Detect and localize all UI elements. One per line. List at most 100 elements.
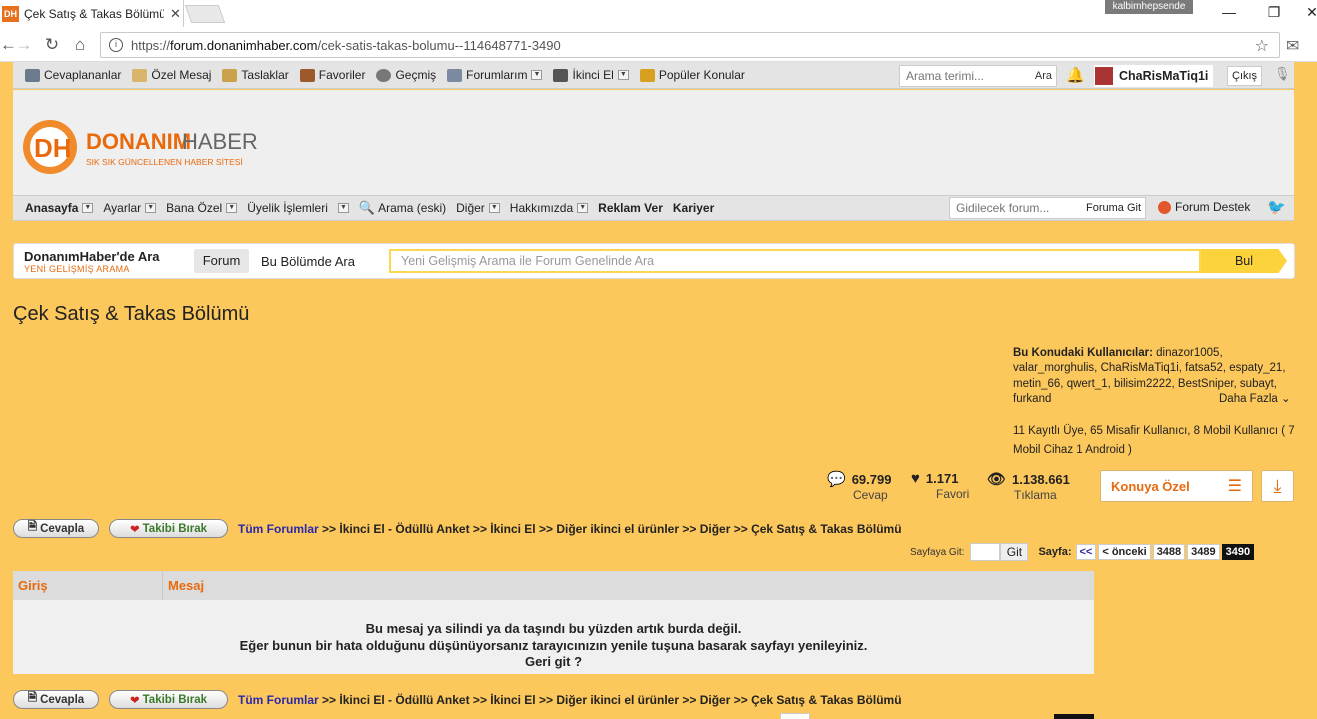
show-more-link[interactable]: Daha Fazla ⌄ <box>1219 392 1291 407</box>
tab-title: Çek Satış & Takas Bölümü <box>24 6 164 21</box>
first-page-link[interactable]: << <box>1075 544 1097 560</box>
goto-forum-button[interactable]: Foruma Git <box>1086 202 1141 214</box>
nav-settings[interactable]: Ayarlar ▼ <box>103 201 157 215</box>
back-icon[interactable]: ← <box>0 36 17 54</box>
chevron-down-icon[interactable]: ▼ <box>145 203 157 213</box>
favorites-icon <box>299 68 315 82</box>
nav-membership[interactable]: Üyelik İşlemleri ▼ <box>247 201 349 215</box>
goto-page-button[interactable]: Git <box>1000 543 1029 561</box>
top-search-input[interactable] <box>906 69 1026 83</box>
unfollow-button-bottom[interactable]: ❤ Takibi Bırak <box>109 690 228 709</box>
go-back-link[interactable]: Geri git ? <box>13 654 1094 671</box>
microphone-icon[interactable]: 🎙 <box>1274 66 1291 82</box>
toplink-my-forums[interactable]: Forumlarım ▼ <box>447 68 543 82</box>
toplink-private-message[interactable]: Özel Mesaj <box>132 68 211 82</box>
page-link[interactable]: 3488 <box>1152 544 1186 560</box>
maximize-icon[interactable]: ❐ <box>1259 2 1289 22</box>
forums-icon <box>447 68 463 82</box>
chevron-down-icon[interactable]: ▼ <box>617 70 629 80</box>
toplink-popular-topics[interactable]: Popüler Konular <box>639 68 745 82</box>
top-search-box: Ara <box>899 65 1057 87</box>
notification-bell-icon[interactable]: 🔔 <box>1066 66 1085 84</box>
breadcrumb-path[interactable]: >> İkinci El - Ödüllü Anket >> İkinci El… <box>322 693 902 707</box>
stat-favorites: ♥ 1.171 Favori <box>911 470 970 501</box>
page-link[interactable]: 3489 <box>1187 544 1220 560</box>
url-domain: forum.donanimhaber.com <box>170 37 318 53</box>
topic-options-menu[interactable]: Konuya Özel ☰ <box>1100 470 1253 502</box>
stat-replies: 💬 69.799 Cevap <box>827 471 892 502</box>
minimize-icon[interactable]: — <box>1214 2 1244 22</box>
search-tab-section[interactable]: Bu Bölümde Ara <box>261 254 355 269</box>
goto-forum-input[interactable] <box>956 201 1076 215</box>
forum-support-link[interactable]: Forum Destek <box>1158 200 1250 214</box>
url-path: /cek-satis-takas-bolumu--114648771-3490 <box>317 37 561 53</box>
breadcrumb-bottom: Tüm Forumlar >> İkinci El - Ödüllü Anket… <box>238 693 902 707</box>
column-entry: Giriş <box>13 571 163 600</box>
toplink-replied[interactable]: Cevaplananlar <box>25 68 121 82</box>
breadcrumb-all-forums[interactable]: Tüm Forumlar <box>238 522 319 536</box>
search-title: DonanımHaber'de Ara <box>24 249 160 264</box>
history-icon <box>376 68 392 82</box>
forward-icon[interactable]: → <box>14 36 34 54</box>
column-message: Mesaj <box>168 578 205 593</box>
profile-badge[interactable]: kalbimhepsende <box>1105 0 1193 14</box>
mail-icon[interactable]: ✉ <box>1286 36 1299 56</box>
chevron-down-icon[interactable]: ▼ <box>531 70 543 80</box>
download-icon[interactable]: ⤓ <box>1261 470 1294 502</box>
search-input[interactable]: Yeni Gelişmiş Arama ile Forum Genelinde … <box>389 249 1201 273</box>
chevron-down-icon[interactable]: ▼ <box>82 203 94 213</box>
logo-tagline: SIK SIK GÜNCELLENEN HABER SİTESİ <box>86 157 243 167</box>
chevron-down-icon[interactable]: ▼ <box>226 203 238 213</box>
avatar <box>1095 67 1113 85</box>
envelope-icon <box>132 68 148 82</box>
close-tab-icon[interactable]: ✕ <box>170 6 181 22</box>
search-subtitle: YENİ GELİŞMİŞ ARAMA <box>24 264 130 274</box>
toplink-second-hand[interactable]: İkinci El ▼ <box>553 68 629 82</box>
popular-icon <box>639 68 655 82</box>
user-profile-link[interactable]: ChaRisMaTiq1i <box>1094 65 1214 87</box>
breadcrumb-path[interactable]: >> İkinci El - Ödüllü Anket >> İkinci El… <box>322 522 902 536</box>
chevron-down-icon[interactable]: ▼ <box>337 203 349 213</box>
goto-page-input-bottom[interactable] <box>780 713 810 719</box>
toplink-history[interactable]: Geçmiş <box>376 68 436 82</box>
nav-advertise[interactable]: Reklam Ver <box>598 201 663 215</box>
reply-button[interactable]: 🗎 Cevapla <box>13 519 99 538</box>
search-icon: 🔍 <box>358 200 376 215</box>
unfollow-button[interactable]: ❤ Takibi Bırak <box>109 519 228 538</box>
url-bar[interactable]: i https://forum.donanimhaber.com/cek-sat… <box>100 32 1280 58</box>
info-icon[interactable]: i <box>109 38 123 52</box>
top-search-button[interactable]: Ara <box>1035 70 1052 82</box>
svg-text:DH: DH <box>34 133 72 163</box>
search-button[interactable]: Bul <box>1201 249 1287 273</box>
reply-button-bottom[interactable]: 🗎 Cevapla <box>13 690 99 709</box>
nav-my-stuff[interactable]: Bana Özel ▼ <box>166 201 238 215</box>
nav-other[interactable]: Diğer ▼ <box>456 201 500 215</box>
browser-tab[interactable]: DH Çek Satış & Takas Bölümü ✕ <box>0 0 184 27</box>
prev-page-link[interactable]: < önceki <box>1098 544 1151 560</box>
chevron-down-icon: ⌄ <box>1281 393 1291 405</box>
chevron-down-icon[interactable]: ▼ <box>577 203 589 213</box>
logout-button[interactable]: Çıkış <box>1227 66 1263 86</box>
chevron-down-icon[interactable]: ▼ <box>488 203 500 213</box>
nav-career[interactable]: Kariyer <box>673 201 714 215</box>
site-logo[interactable]: DH DONANIM HABER SIK SIK GÜNCELLENEN HAB… <box>20 111 260 181</box>
current-page-bottom <box>1054 714 1094 719</box>
toplink-drafts[interactable]: Taslaklar <box>222 68 289 82</box>
bookmark-star-icon[interactable]: ☆ <box>1255 36 1269 56</box>
goto-page-input[interactable] <box>970 543 1001 561</box>
reload-icon[interactable]: ↻ <box>42 36 62 54</box>
toplink-favorites[interactable]: Favoriler <box>299 68 365 82</box>
support-icon <box>1158 200 1171 214</box>
twitter-icon[interactable]: 🐦 <box>1267 198 1286 216</box>
new-tab-button[interactable] <box>184 5 226 23</box>
nav-search-old[interactable]: 🔍 Arama (eski) <box>359 200 446 216</box>
nav-about[interactable]: Hakkımızda ▼ <box>510 201 589 215</box>
nav-home[interactable]: Anasayfa ▼ <box>25 201 94 215</box>
comments-icon: 💬 <box>827 471 846 488</box>
breadcrumb-all-forums[interactable]: Tüm Forumlar <box>238 693 319 707</box>
deleted-post-message: Bu mesaj ya silindi ya da taşındı bu yüz… <box>13 600 1094 674</box>
home-icon[interactable]: ⌂ <box>70 36 90 54</box>
close-window-icon[interactable]: ✕ <box>1297 2 1317 22</box>
search-tab-forum[interactable]: Forum <box>194 249 249 273</box>
heart-icon: ❤ <box>130 694 140 707</box>
